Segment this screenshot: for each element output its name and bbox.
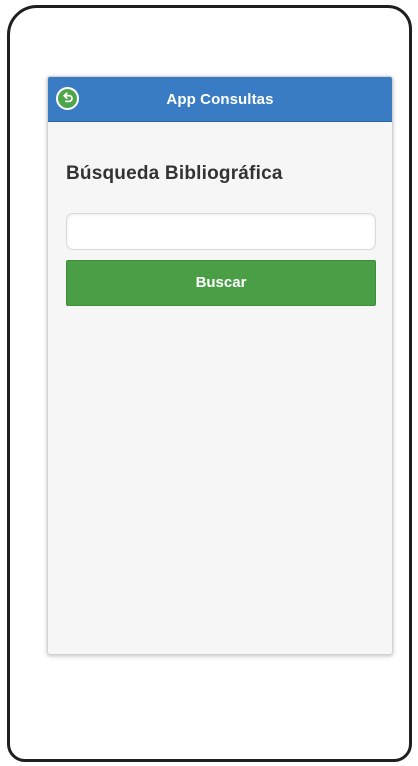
phone-frame: App Consultas Búsqueda Bibliográfica Bus… bbox=[7, 5, 412, 762]
app-header: App Consultas bbox=[48, 77, 392, 122]
app-screen: App Consultas Búsqueda Bibliográfica Bus… bbox=[47, 76, 393, 655]
back-arrow-icon bbox=[61, 92, 74, 105]
header-title: App Consultas bbox=[166, 91, 274, 108]
search-button[interactable]: Buscar bbox=[66, 260, 376, 306]
search-input[interactable] bbox=[66, 213, 376, 250]
page-heading: Búsqueda Bibliográfica bbox=[66, 163, 283, 184]
back-button[interactable] bbox=[56, 87, 79, 110]
